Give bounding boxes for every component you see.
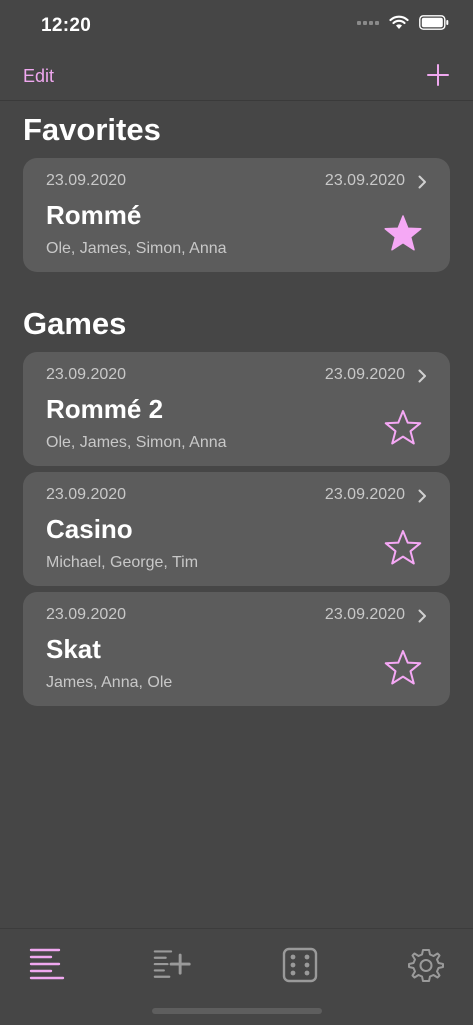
card-end-date: 23.09.2020 (324, 606, 405, 623)
card-game-name: Skat (46, 634, 101, 664)
card-start-date: 23.09.2020 (46, 172, 127, 189)
chevron-right-icon (418, 175, 426, 189)
star-filled-icon[interactable] (383, 214, 423, 254)
status-icons (357, 15, 449, 30)
plus-icon[interactable] (427, 64, 449, 86)
game-card-1[interactable]: 23.09.2020 23.09.2020 Rommé 2 Ole, James… (23, 352, 450, 466)
game-card-2[interactable]: 23.09.2020 23.09.2020 Casino Michael, Ge… (23, 472, 450, 586)
chevron-right-icon (418, 369, 426, 383)
cellular-signal-icon (357, 20, 379, 25)
card-players: Michael, George, Tim (46, 554, 199, 571)
game-card-3[interactable]: 23.09.2020 23.09.2020 Skat James, Anna, … (23, 592, 450, 706)
games-section-title: Games (23, 306, 127, 341)
chevron-right-icon (418, 489, 426, 503)
chevron-right-icon (418, 609, 426, 623)
favorites-section-title: Favorites (23, 112, 161, 147)
home-indicator (152, 1008, 322, 1014)
card-start-date: 23.09.2020 (46, 486, 127, 503)
card-game-name: Casino (46, 514, 133, 544)
edit-button[interactable]: Edit (23, 66, 54, 87)
list-add-icon[interactable] (153, 947, 191, 983)
list-icon[interactable] (29, 947, 67, 983)
game-card-favorite-1[interactable]: 23.09.2020 23.09.2020 Rommé Ole, James, … (23, 158, 450, 272)
card-start-date: 23.09.2020 (46, 366, 127, 383)
star-outline-icon[interactable] (383, 648, 423, 688)
card-start-date: 23.09.2020 (46, 606, 127, 623)
star-outline-icon[interactable] (383, 528, 423, 568)
battery-icon (419, 15, 449, 30)
card-end-date: 23.09.2020 (324, 172, 405, 189)
status-time: 12:20 (41, 15, 92, 36)
card-game-name: Rommé 2 (46, 394, 164, 424)
card-end-date: 23.09.2020 (324, 486, 405, 503)
card-players: James, Anna, Ole (46, 674, 173, 691)
navigation-bar: Edit (0, 52, 473, 101)
card-game-name: Rommé (46, 200, 142, 230)
card-end-date: 23.09.2020 (324, 366, 405, 383)
status-bar: 12:20 (0, 0, 473, 52)
star-outline-icon[interactable] (383, 408, 423, 448)
wifi-icon (389, 15, 409, 29)
gear-icon[interactable] (407, 947, 445, 983)
card-players: Ole, James, Simon, Anna (46, 434, 227, 451)
card-players: Ole, James, Simon, Anna (46, 240, 227, 257)
dice-icon[interactable] (281, 947, 319, 983)
